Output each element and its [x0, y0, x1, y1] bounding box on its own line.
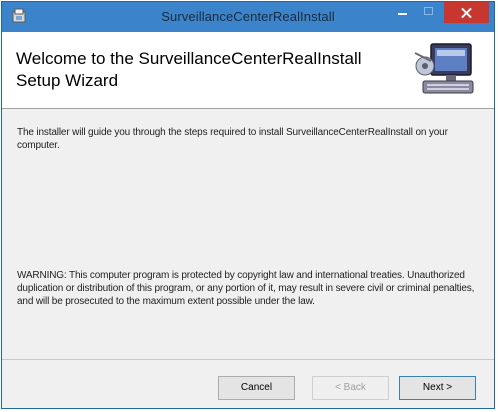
page-title: Welcome to the SurveillanceCenterRealIns… — [16, 49, 362, 90]
back-button[interactable]: < Back — [312, 376, 389, 400]
cancel-button[interactable]: Cancel — [218, 376, 295, 400]
setup-wizard-window: SurveillanceCenterRealInstall Welcome to… — [1, 1, 495, 409]
close-button[interactable] — [444, 2, 489, 23]
button-bar: Cancel < Back Next > — [2, 359, 494, 408]
intro-text: The installer will guide you through the… — [17, 127, 448, 151]
next-button[interactable]: Next > — [399, 376, 476, 400]
minimize-button[interactable] — [389, 2, 416, 23]
title-bar[interactable]: SurveillanceCenterRealInstall — [2, 2, 494, 32]
computer-setup-icon — [414, 43, 474, 94]
wizard-header: Welcome to the SurveillanceCenterRealIns… — [2, 32, 494, 109]
maximize-button[interactable] — [416, 2, 443, 23]
copyright-warning: WARNING: This computer program is protec… — [17, 270, 475, 307]
